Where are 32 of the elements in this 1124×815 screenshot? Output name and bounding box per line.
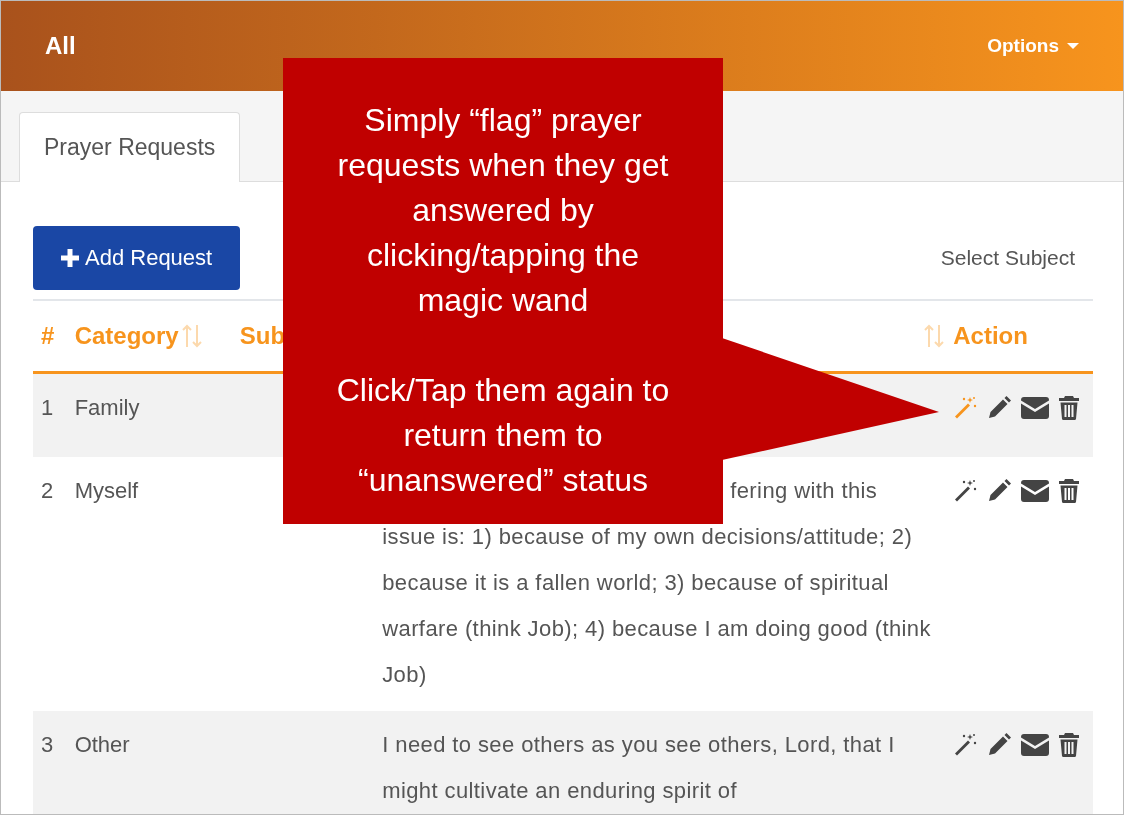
subject-select[interactable]: Select Subject bbox=[940, 246, 1075, 270]
magic-wand-icon[interactable] bbox=[953, 478, 978, 503]
magic-wand-icon[interactable] bbox=[953, 732, 978, 757]
envelope-icon[interactable] bbox=[1021, 397, 1050, 419]
callout-text: Simply “flag” prayer requests when they get answered by clicking/tapping the magic wand bbox=[336, 101, 670, 320]
options-menu[interactable]: Options bbox=[987, 35, 1079, 57]
description-text: fering with this bbox=[730, 477, 878, 503]
row-number: 1 bbox=[41, 395, 54, 420]
pencil-icon[interactable] bbox=[987, 396, 1012, 420]
envelope-icon[interactable] bbox=[1021, 479, 1050, 502]
row-number: 3 bbox=[41, 731, 54, 757]
trash-icon[interactable] bbox=[1059, 732, 1080, 757]
page-title: All bbox=[45, 32, 76, 60]
plus-icon bbox=[61, 249, 79, 267]
pencil-icon[interactable] bbox=[987, 478, 1012, 503]
envelope-icon[interactable] bbox=[1021, 733, 1050, 756]
category-cell: Other bbox=[74, 731, 130, 757]
column-header[interactable]: Sub bbox=[239, 322, 286, 350]
description-text: I need to see others as you see others, Lord, that I might cultivate an enduring spirit of bbox=[382, 730, 896, 805]
callout-text: Click/Tap them again to return them to “unanswered” status bbox=[335, 371, 671, 500]
column-header[interactable]: # bbox=[41, 322, 55, 350]
add-request-button[interactable]: Add Request bbox=[33, 226, 241, 290]
trash-icon[interactable] bbox=[1059, 396, 1080, 420]
category-cell: Family bbox=[74, 395, 140, 420]
category-cell: Myself bbox=[74, 477, 139, 503]
pencil-icon[interactable] bbox=[987, 732, 1012, 757]
tab[interactable]: Prayer Requests bbox=[19, 112, 241, 182]
trash-icon[interactable] bbox=[1059, 478, 1080, 503]
column-header[interactable]: Category bbox=[74, 322, 179, 350]
row-number: 2 bbox=[41, 477, 54, 503]
column-header[interactable]: Action bbox=[953, 322, 1028, 350]
description-text: issue is: 1) because of my own decisions/attitude; 2) because it is a fallen world; 3) because of spiritual warfare (think Job); 4) because I am doing good (think Job) bbox=[382, 522, 932, 689]
